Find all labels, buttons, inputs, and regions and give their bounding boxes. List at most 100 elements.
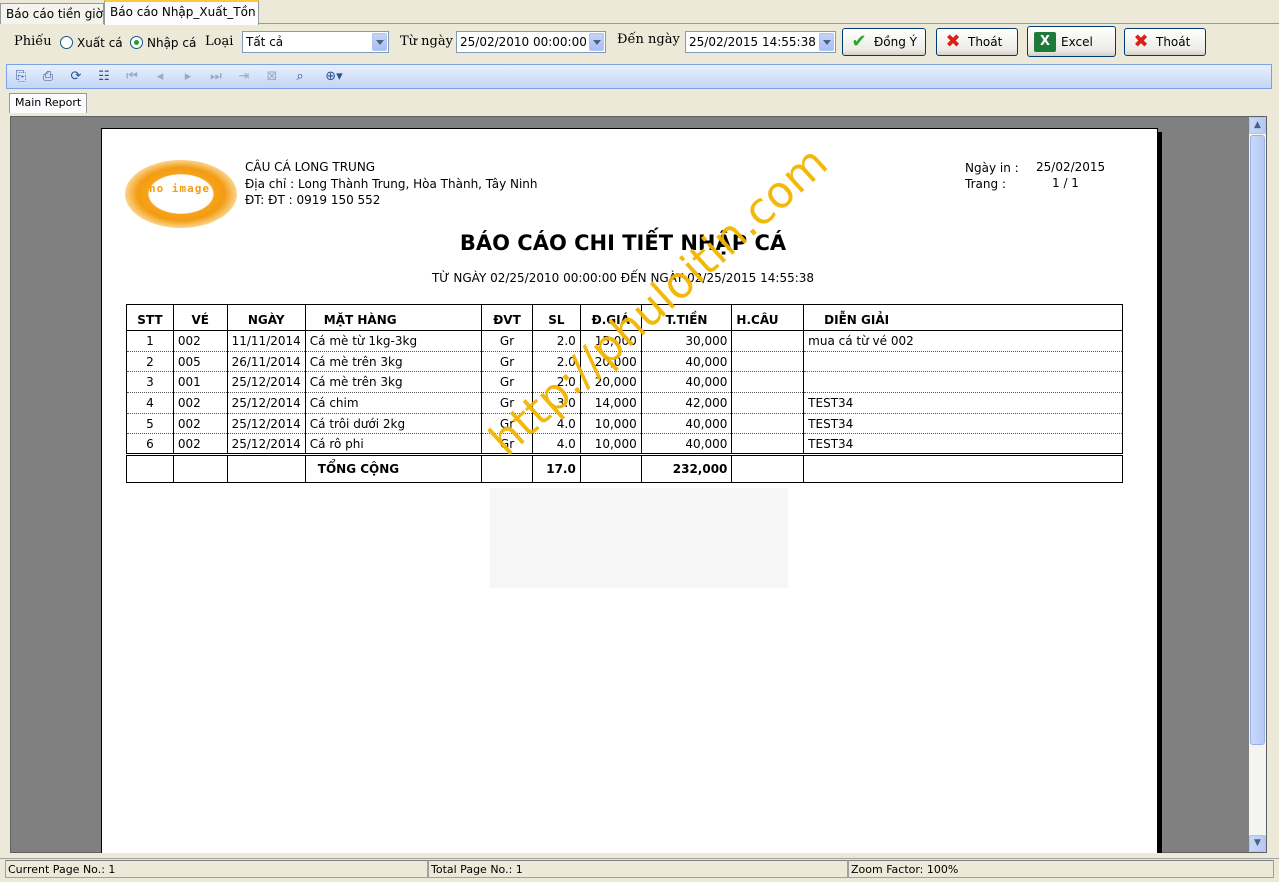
chevron-down-icon[interactable] (819, 33, 834, 51)
cell-mat-hang: Cá rô phi (304, 433, 483, 456)
chevron-down-icon[interactable] (589, 33, 604, 51)
thoat-label: Thoát (968, 35, 1003, 49)
col-h-cau: H.CÂU (731, 304, 805, 331)
zoom-icon[interactable]: ⊕▾ (320, 69, 348, 85)
radio-nhap-ca-label[interactable]: Nhập cá (147, 36, 196, 50)
scroll-up-icon[interactable]: ▲ (1249, 117, 1266, 134)
radio-nhap-ca[interactable] (130, 36, 143, 49)
thoat-label-2: Thoát (1156, 35, 1191, 49)
close-icon: ✖ (1133, 31, 1149, 52)
cell-stt: 6 (126, 433, 174, 456)
den-ngay-picker[interactable]: 25/02/2015 14:55:38 (685, 31, 836, 53)
cell-stt: 4 (126, 392, 174, 414)
tu-ngay-picker[interactable]: 25/02/2010 00:00:00 (456, 31, 606, 53)
page-value: 1 / 1 (1052, 176, 1079, 190)
total-empty-6 (731, 453, 805, 484)
cell-dien-giai: TEST34 (803, 433, 1123, 456)
main-report-tab[interactable]: Main Report (9, 93, 88, 113)
refresh-icon[interactable]: ⟳ (68, 69, 84, 85)
next-page-icon[interactable]: ▸ (180, 69, 196, 85)
close-view-icon[interactable]: ⊠ (264, 69, 280, 85)
prev-page-icon[interactable]: ◂ (152, 69, 168, 85)
company-phone: ĐT: ĐT : 0919 150 552 (245, 193, 381, 207)
loai-select-value: Tất cả (246, 35, 284, 49)
loai-select[interactable]: Tất cả (242, 31, 389, 53)
den-ngay-value: 25/02/2015 14:55:38 (689, 35, 816, 49)
col-ve: VÉ (172, 304, 228, 331)
den-ngay-label: Đến ngày (617, 32, 680, 47)
cell-thanh-tien: 40,000 (640, 351, 733, 373)
cell-dien-giai (803, 371, 1123, 394)
vertical-scrollbar[interactable]: ▲ ▼ (1249, 117, 1266, 852)
cell-dien-giai: TEST34 (803, 413, 1123, 435)
print-date-label: Ngày in : (965, 161, 1019, 175)
cell-h-cau (731, 371, 805, 394)
check-icon: ✔ (851, 31, 867, 52)
close-icon: ✖ (945, 31, 961, 52)
cell-dvt: Gr (481, 330, 533, 352)
company-address: Địa chỉ : Long Thành Trung, Hòa Thành, T… (245, 177, 538, 191)
cell-mat-hang: Cá chim (304, 392, 483, 414)
total-empty-5 (579, 453, 642, 484)
col-sl: SL (531, 304, 581, 331)
table-row: 6 002 25/12/2014 Cá rô phi Gr 4.0 10,000… (126, 433, 1123, 456)
col-dvt: ĐVT (481, 304, 533, 331)
cell-ngay: 25/12/2014 (226, 392, 306, 414)
print-icon[interactable]: ⎙ (40, 69, 56, 85)
cell-stt: 5 (126, 413, 174, 435)
cell-ngay: 25/12/2014 (226, 371, 306, 394)
total-amount: 232,000 (640, 453, 733, 484)
first-page-icon[interactable]: ⏮ (124, 69, 140, 85)
tab-bao-cao-nhap-xuat-ton[interactable]: Báo cáo Nhập_Xuất_Tồn (104, 0, 259, 25)
total-sl: 17.0 (531, 453, 581, 484)
logo-text: no image (149, 182, 210, 195)
tu-ngay-value: 25/02/2010 00:00:00 (460, 35, 587, 49)
cell-thanh-tien: 42,000 (640, 392, 733, 414)
cell-ve: 002 (172, 330, 228, 352)
table-row: 4 002 25/12/2014 Cá chim Gr 3.0 14,000 4… (126, 392, 1123, 414)
cell-h-cau (731, 392, 805, 414)
cell-ve: 001 (172, 371, 228, 394)
report-toolbar: ⎘ ⎙ ⟳ ☷ ⏮ ◂ ▸ ⏭ ⇥ ⊠ ⌕ ⊕▾ (6, 64, 1272, 89)
page-label: Trang : (965, 177, 1006, 191)
loai-label: Loại (205, 34, 234, 49)
status-current-page: Current Page No.: 1 (5, 860, 428, 878)
group-tree-icon[interactable]: ☷ (96, 69, 112, 85)
report-subtitle: TỪ NGÀY 02/25/2010 00:00:00 ĐẾN NGÀY 02/… (431, 271, 815, 285)
cell-thanh-tien: 40,000 (640, 433, 733, 456)
status-total-page: Total Page No.: 1 (428, 860, 848, 878)
cell-stt: 2 (126, 351, 174, 373)
dong-y-button[interactable]: ✔ Đồng Ý (842, 28, 926, 56)
status-zoom: Zoom Factor: 100% (848, 860, 1274, 878)
thoat-button-2[interactable]: ✖ Thoát (1124, 28, 1206, 56)
export-icon[interactable]: ⎘ (13, 69, 29, 85)
total-empty-2 (172, 453, 228, 484)
cell-don-gia: 10,000 (579, 413, 642, 435)
cell-thanh-tien: 40,000 (640, 413, 733, 435)
cell-don-gia: 10,000 (579, 433, 642, 456)
cell-ngay: 26/11/2014 (226, 351, 306, 373)
excel-button[interactable]: X Excel (1027, 26, 1116, 57)
table-row: 5 002 25/12/2014 Cá trôi dưới 2kg Gr 4.0… (126, 413, 1123, 435)
cell-h-cau (731, 351, 805, 373)
report-title: BÁO CÁO CHI TIẾT NHẬP CÁ (459, 231, 787, 255)
scroll-down-icon[interactable]: ▼ (1249, 835, 1266, 852)
goto-page-icon[interactable]: ⇥ (236, 69, 252, 85)
chevron-down-icon[interactable] (372, 33, 387, 51)
last-page-icon[interactable]: ⏭ (208, 69, 224, 85)
cell-ngay: 25/12/2014 (226, 433, 306, 456)
tab-bao-cao-tien-gio[interactable]: Báo cáo tiền giờ (0, 3, 104, 24)
scroll-thumb[interactable] (1250, 135, 1265, 745)
col-dien-giai: DIỄN GIẢI (803, 304, 1123, 331)
table-total-row: TỔNG CỘNG 17.0 232,000 (126, 453, 1123, 484)
radio-xuat-ca[interactable] (60, 36, 73, 49)
col-ngay: NGÀY (226, 304, 306, 331)
cell-ve: 002 (172, 392, 228, 414)
thoat-button[interactable]: ✖ Thoát (936, 28, 1018, 56)
excel-icon: X (1034, 32, 1056, 52)
search-icon[interactable]: ⌕ (292, 69, 308, 85)
watermark-box (490, 488, 788, 588)
cell-dvt: Gr (481, 351, 533, 373)
radio-xuat-ca-label[interactable]: Xuất cá (77, 36, 123, 50)
phieu-label: Phiếu (14, 34, 52, 49)
